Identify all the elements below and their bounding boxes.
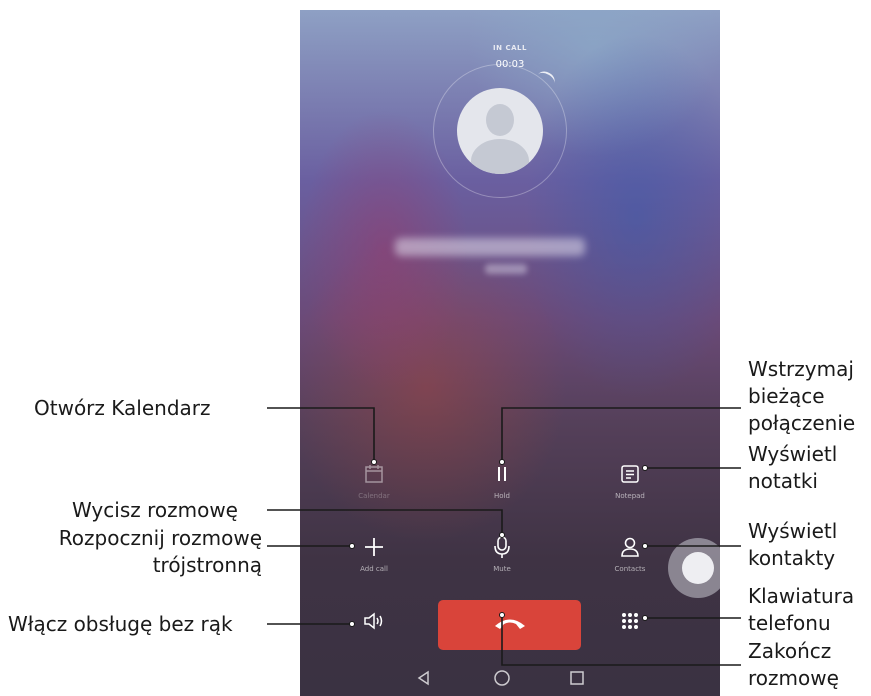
callout-dot-calendar [371,459,377,465]
callout-contacts: Wyświetl kontakty [748,518,837,572]
callout-add-call: Rozpocznij rozmowę trójstronną [30,525,262,579]
callout-contacts-line-2: kontakty [748,546,836,570]
callout-keypad-line-2: telefonu [748,611,831,635]
callout-hold: Wstrzymaj bieżące połączenie [748,356,855,437]
callout-hold-line-2: bieżące [748,384,825,408]
callout-add-call-line-2: trójstronną [152,553,262,577]
callout-dot-keypad [642,615,648,621]
callout-dot-hold [499,459,505,465]
callout-calendar: Otwórz Kalendarz [34,396,211,420]
callout-notes: Wyświetl notatki [748,441,837,495]
callout-hold-line-3: połączenie [748,411,856,435]
callout-dot-end-call [499,612,505,618]
callout-mute: Wycisz rozmowę [72,498,238,522]
callout-line-calendar [267,407,375,462]
callout-line-mute [267,509,503,535]
callout-end-call-line-1: Zakończ [748,639,832,663]
callout-end-call: Zakończ rozmowę [748,638,839,692]
callout-notes-line-2: notatki [748,469,818,493]
callout-line-hold [501,407,741,462]
callout-dot-add-call [349,543,355,549]
callout-dot-speaker [349,621,355,627]
callout-notes-line-1: Wyświetl [748,442,838,466]
callout-lines [267,407,741,666]
callout-hold-line-1: Wstrzymaj [748,357,854,381]
callout-add-call-line-1: Rozpocznij rozmowę [58,526,262,550]
callout-line-end-call [501,615,741,666]
callout-dot-contacts [642,543,648,549]
callout-speaker: Włącz obsługę bez rąk [8,612,233,636]
callout-end-call-line-2: rozmowę [748,666,839,690]
callout-keypad-line-1: Klawiatura [748,584,855,608]
callout-keypad: Klawiatura telefonu [748,583,854,637]
callout-dot-mute [499,532,505,538]
callout-dot-notes [642,465,648,471]
callout-contacts-line-1: Wyświetl [748,519,838,543]
